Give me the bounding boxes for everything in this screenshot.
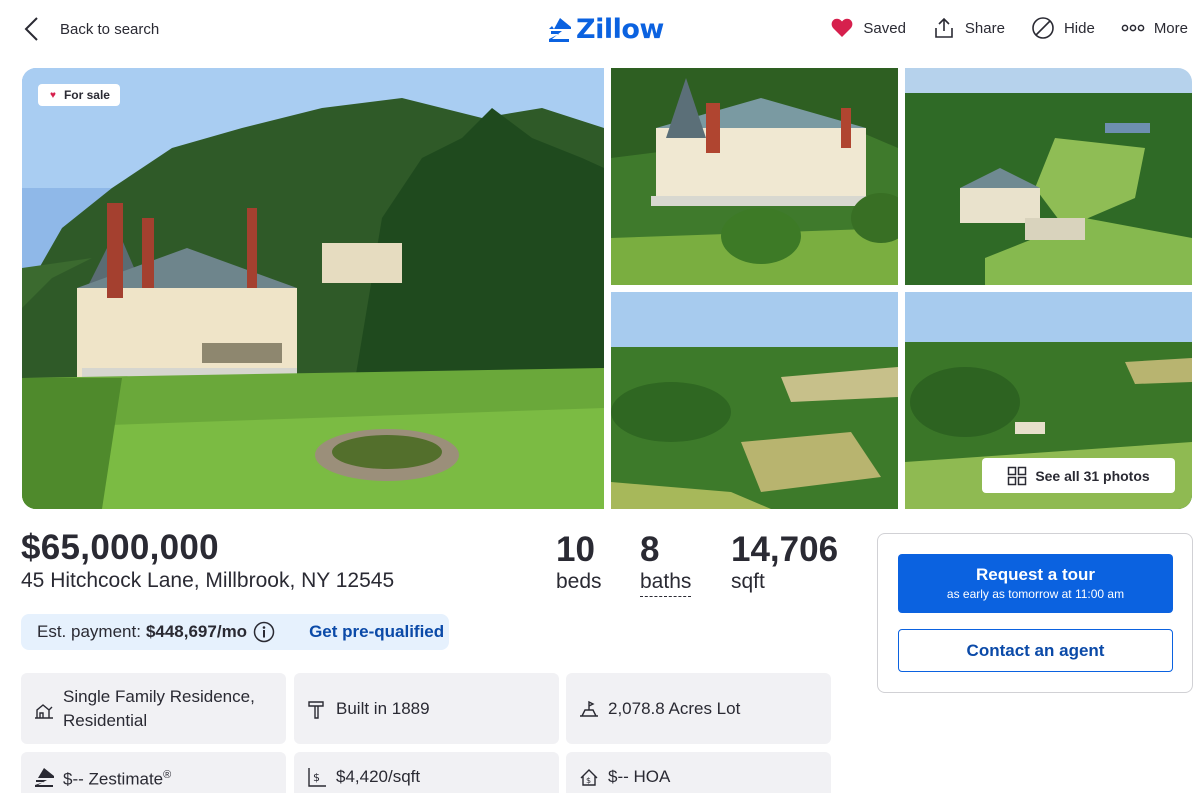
saved-label: Saved — [863, 19, 906, 37]
share-label: Share — [964, 19, 1005, 37]
header-actions: Saved Share Hide More — [804, 16, 1188, 40]
photo-gallery: ♥ For sale See all 31 photos — [22, 68, 1192, 509]
fact-home-type-text: Single Family Residence, Residential — [63, 686, 255, 730]
hoa-icon: $ — [580, 769, 598, 786]
heart-filled-icon — [832, 18, 853, 37]
photo-3[interactable] — [905, 68, 1192, 285]
home-type-icon — [35, 703, 53, 719]
beds-label: beds — [556, 570, 602, 593]
svg-text:$: $ — [586, 776, 591, 785]
beds-value: 10 — [556, 530, 595, 569]
fact-lot-size-text: 2,078.8 Acres Lot — [608, 698, 741, 718]
back-to-search-link[interactable]: Back to search — [22, 16, 159, 42]
logo-wordmark: Zillow — [576, 14, 664, 45]
zillow-logo[interactable]: Zillow — [548, 14, 664, 45]
zestimate-value: $-- Zestimate — [63, 769, 164, 789]
saved-button[interactable]: Saved — [830, 16, 906, 40]
photo-4[interactable] — [611, 292, 898, 509]
hide-label: Hide — [1063, 19, 1095, 37]
fact-hoa: $ $-- HOA — [566, 752, 831, 793]
hide-button[interactable]: Hide — [1031, 16, 1095, 40]
request-tour-label: Request a tour — [975, 565, 1096, 584]
landscape-aerial-image — [611, 292, 898, 509]
fact-year-built: Built in 1889 — [294, 673, 559, 744]
sqft-label: sqft — [731, 570, 765, 593]
heart-small-icon: ♥ — [50, 89, 56, 101]
listing-address: 45 Hitchcock Lane, Millbrook, NY 12545 — [21, 569, 395, 592]
sqft-stat: 14,706 sqft — [731, 530, 838, 594]
baths-label[interactable]: baths — [640, 570, 692, 597]
fact-zestimate-text: $-- Zestimate® — [63, 763, 171, 792]
svg-text:$: $ — [313, 771, 320, 784]
listing-price: $65,000,000 — [21, 528, 219, 567]
baths-value: 8 — [640, 530, 660, 569]
beds-stat: 10 beds — [556, 530, 602, 594]
see-all-photos-button[interactable]: See all 31 photos — [982, 458, 1175, 493]
status-badge-label: For sale — [63, 88, 110, 102]
baths-stat[interactable]: 8 baths — [640, 530, 692, 597]
more-icon — [1121, 24, 1145, 32]
price-per-sqft-icon: $ — [308, 768, 326, 787]
payment-amount: $448,697/mo — [145, 622, 248, 641]
contact-card: Request a tour as early as tomorrow at 1… — [877, 533, 1193, 693]
more-label: More — [1153, 19, 1188, 37]
contact-agent-button[interactable]: Contact an agent — [898, 629, 1173, 672]
hammer-icon — [308, 700, 324, 719]
see-all-label: See all 31 photos — [1035, 467, 1150, 484]
aerial-estate-image — [905, 68, 1192, 285]
for-sale-badge: ♥ For sale — [38, 84, 120, 106]
more-button[interactable]: More — [1121, 16, 1188, 40]
fact-zestimate: $-- Zestimate® — [21, 752, 286, 793]
house-front-image — [611, 68, 898, 285]
zillow-logo-icon — [549, 17, 571, 42]
payment-label: Est. payment: — [37, 622, 141, 641]
lot-size-icon — [580, 700, 598, 717]
sqft-value: 14,706 — [731, 530, 839, 569]
fact-hoa-text: $-- HOA — [608, 767, 671, 786]
estimated-payment-bar: Est. payment: $448,697/mo Get pre-qualif… — [21, 614, 449, 650]
fact-lot-size: 2,078.8 Acres Lot — [566, 673, 831, 744]
estate-aerial-image — [22, 68, 604, 509]
share-button[interactable]: Share — [932, 16, 1005, 40]
share-icon — [935, 17, 953, 38]
grid-icon — [1008, 466, 1027, 485]
fact-price-per-sqft: $ $4,420/sqft — [294, 752, 559, 793]
request-tour-button[interactable]: Request a tour as early as tomorrow at 1… — [898, 554, 1173, 613]
main-photo[interactable]: ♥ For sale — [22, 68, 604, 509]
photo-2[interactable] — [611, 68, 898, 285]
fact-home-type: Single Family Residence, Residential — [21, 673, 286, 744]
back-label: Back to search — [60, 20, 160, 38]
get-prequalified-link[interactable]: Get pre-qualified — [309, 622, 444, 642]
request-tour-subtext: as early as tomorrow at 11:00 am — [946, 587, 1125, 601]
fact-year-built-text: Built in 1889 — [336, 698, 430, 718]
registered-mark: ® — [163, 768, 172, 781]
zestimate-icon — [35, 768, 54, 787]
top-bar: Back to search Zillow Saved Share Hide M… — [0, 0, 1200, 60]
chevron-left-icon — [24, 17, 38, 41]
fact-price-per-sqft-text: $4,420/sqft — [336, 767, 421, 786]
info-icon[interactable] — [253, 621, 275, 643]
hide-icon — [1032, 17, 1054, 39]
